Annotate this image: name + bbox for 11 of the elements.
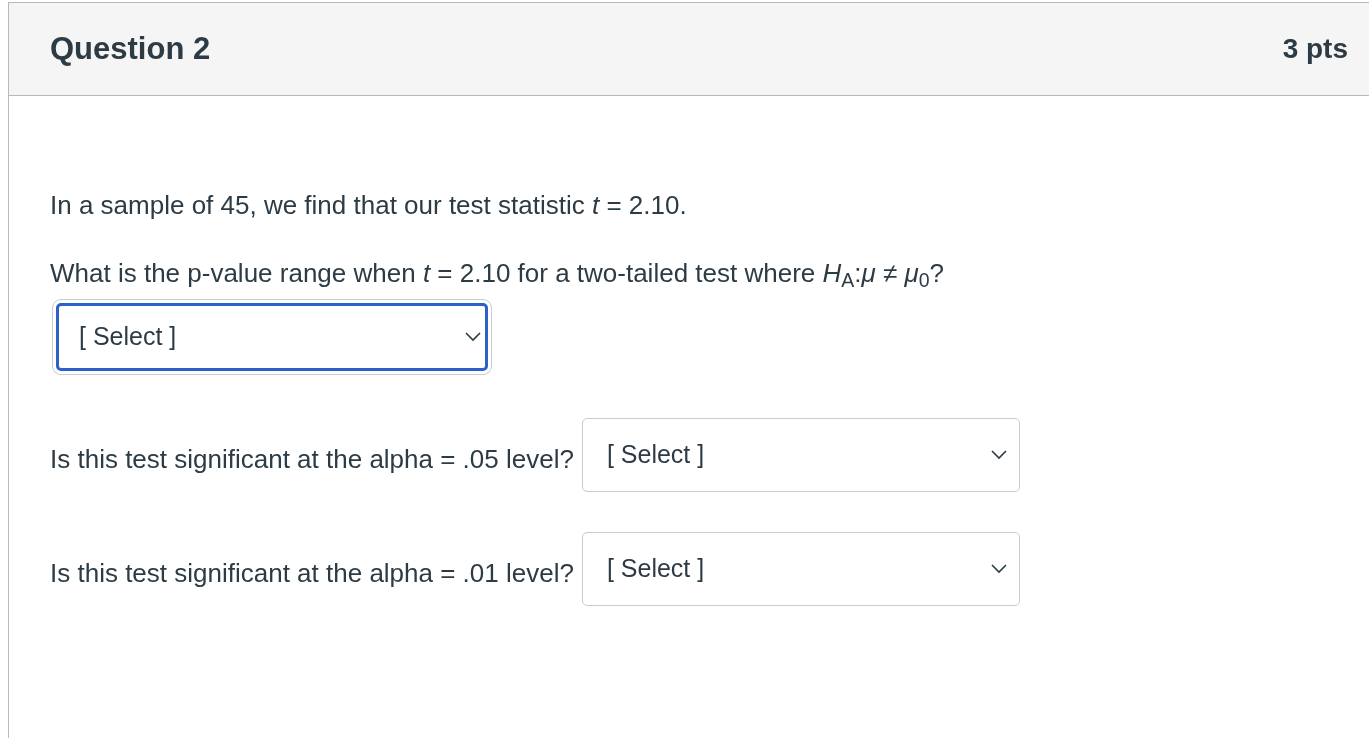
- question-text: Is this test significant at the alpha = .05 level?: [50, 443, 574, 476]
- chevron-down-icon: [990, 450, 1007, 460]
- question-text: In a sample of 45, we find that our test statistic t = 2.10.: [50, 189, 688, 222]
- chevron-down-icon: [465, 332, 481, 342]
- question-title: Question 2: [50, 29, 211, 68]
- question-text: What is the p-value range when t = 2.10 for a two-tailed test where H$_{A}$:μ ≠ μ$_{0}$?: [50, 257, 946, 290]
- answer-dropdown[interactable]: [ Select ]: [581, 532, 1020, 606]
- answer-dropdown[interactable]: [ Select ]: [581, 418, 1020, 492]
- question-text: Is this test significant at the alpha = .01 level?: [50, 557, 574, 590]
- chevron-down-icon: [990, 564, 1007, 574]
- points-label: 3 pts: [1282, 32, 1348, 66]
